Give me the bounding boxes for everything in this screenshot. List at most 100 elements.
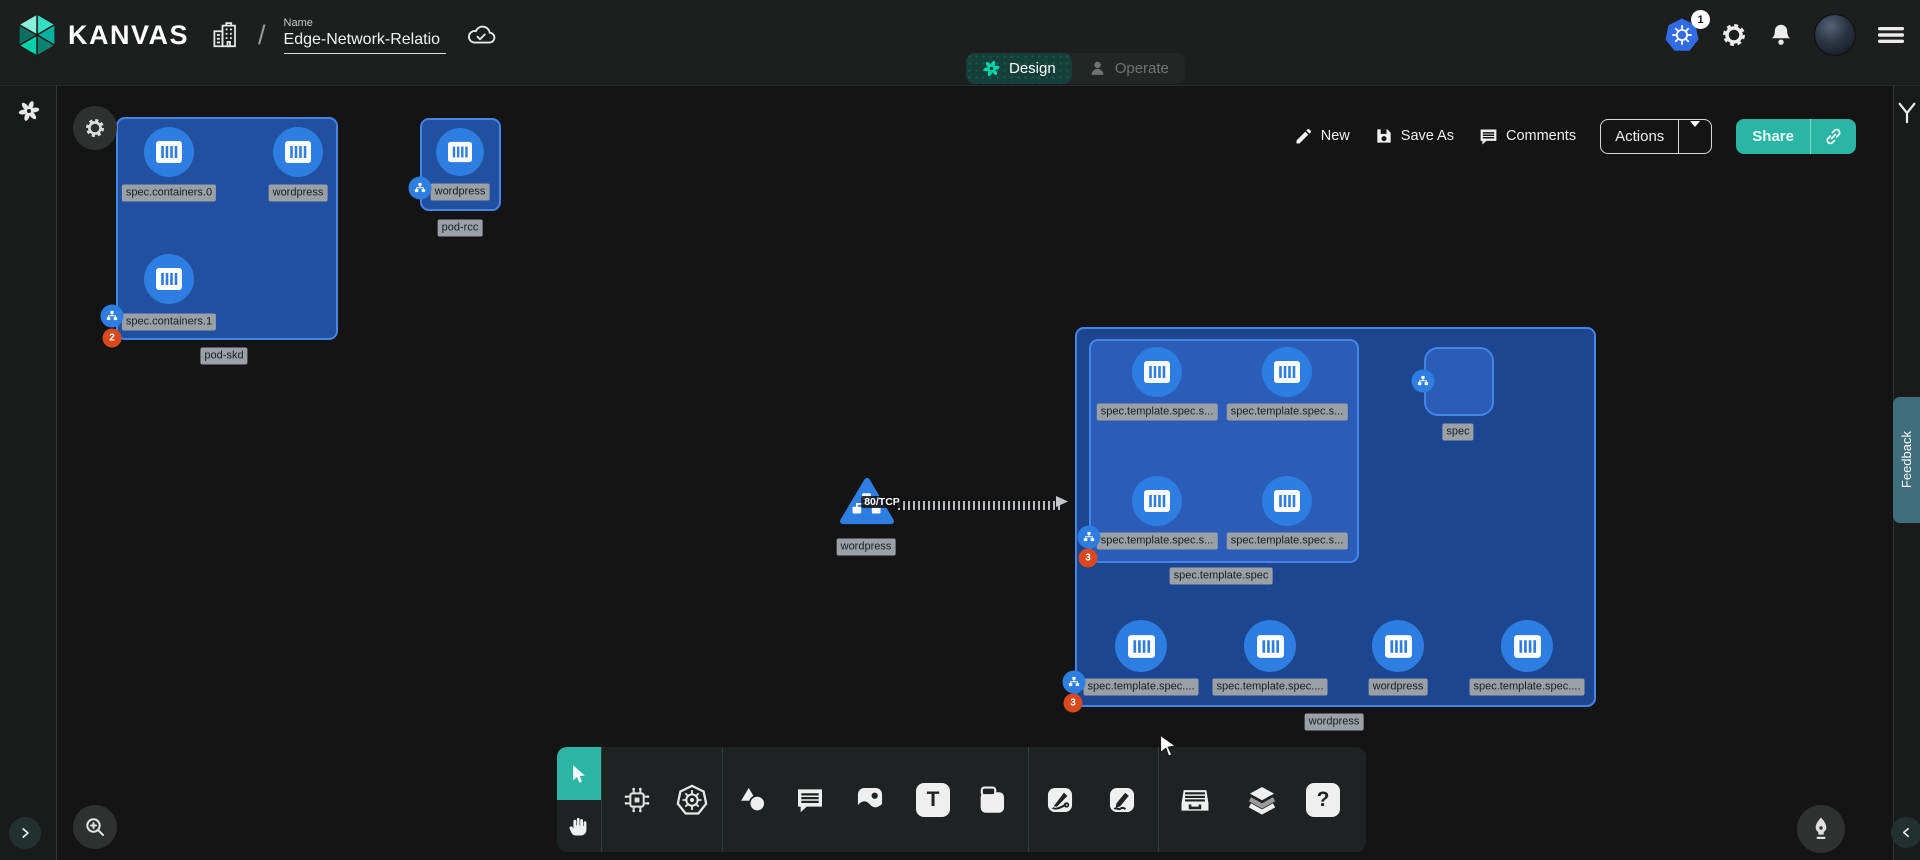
design-tools-button[interactable]: [1797, 805, 1845, 853]
design-name-field[interactable]: Name Edge-Network-Relatio: [284, 17, 446, 54]
collapse-right-panel-button[interactable]: [1891, 817, 1920, 848]
actions-caret-button[interactable]: [1679, 127, 1711, 145]
kanvas-logo-icon[interactable]: [16, 12, 58, 58]
kubernetes-context-icon[interactable]: 1: [1664, 17, 1700, 53]
menu-hamburger-icon[interactable]: [1876, 23, 1906, 47]
group-label: pod-rcc: [438, 220, 483, 237]
container-node[interactable]: [1244, 620, 1296, 672]
container-node[interactable]: [144, 254, 194, 304]
container-node[interactable]: [1115, 620, 1167, 672]
layer5-y-icon[interactable]: [1896, 100, 1918, 126]
image-tool-button[interactable]: [848, 777, 892, 823]
network-relationship-badge[interactable]: [101, 305, 124, 328]
help-button[interactable]: ?: [1301, 777, 1345, 823]
sticky-note-icon: [975, 783, 1009, 817]
group-label: spec.template.spec: [1170, 568, 1273, 585]
logo-text[interactable]: KANVAS: [68, 20, 189, 51]
container-node[interactable]: [436, 128, 484, 176]
tab-operate[interactable]: Operate: [1072, 53, 1185, 84]
container-node[interactable]: [1262, 347, 1312, 397]
group-spec-template-spec[interactable]: [1089, 339, 1359, 563]
error-count-badge[interactable]: 3: [1064, 694, 1083, 713]
pan-tool-button[interactable]: [557, 800, 601, 852]
meshery-spiral-icon[interactable]: [17, 99, 41, 123]
breadcrumb-slash: /: [258, 20, 266, 51]
save-status-cloud-icon: [464, 20, 498, 50]
expand-left-panel-button[interactable]: [9, 817, 41, 849]
node-label: wordpress: [1369, 679, 1428, 696]
container-node[interactable]: [273, 127, 323, 177]
share-button[interactable]: Share: [1736, 119, 1856, 154]
toolbar-divider: [722, 747, 723, 852]
container-node[interactable]: [1132, 347, 1182, 397]
mode-tabs: Design Operate: [966, 53, 1185, 84]
actions-dropdown-button[interactable]: Actions: [1600, 119, 1712, 154]
kubernetes-components-button[interactable]: [670, 777, 714, 823]
node-spec[interactable]: [1424, 347, 1494, 416]
node-label: spec.template.spec.s...: [1097, 533, 1218, 550]
avatar[interactable]: [1814, 14, 1856, 56]
container-icon: [1255, 633, 1286, 660]
feedback-tab[interactable]: Feedback: [1893, 397, 1920, 523]
network-relationship-badge[interactable]: [1078, 526, 1101, 549]
drawer-icon: [1177, 783, 1213, 817]
container-icon: [1272, 359, 1302, 385]
note-tool-button[interactable]: [970, 777, 1014, 823]
pen-tool-button[interactable]: [1038, 777, 1082, 823]
container-node[interactable]: [1262, 476, 1312, 526]
error-count-badge[interactable]: 2: [103, 329, 122, 348]
network-relationship-badge[interactable]: [1412, 370, 1435, 393]
text-icon: T: [916, 783, 950, 817]
edge-arrowhead: [1056, 496, 1068, 508]
comment-icon: [794, 784, 826, 816]
design-name-input[interactable]: Edge-Network-Relatio: [284, 31, 446, 54]
select-tool-button[interactable]: [557, 747, 601, 800]
container-icon: [446, 140, 474, 164]
canvas-settings-button[interactable]: [73, 106, 117, 150]
edge-service-to-deployment[interactable]: [898, 501, 1060, 510]
text-tool-button[interactable]: T: [911, 777, 955, 823]
help-icon: ?: [1306, 783, 1340, 817]
node-label: spec.template.spec....: [1213, 679, 1328, 696]
container-icon: [1142, 488, 1172, 514]
shapes-icon: [736, 783, 770, 817]
container-node[interactable]: [1132, 476, 1182, 526]
organization-icon[interactable]: [210, 19, 240, 51]
design-spiral-icon: [982, 59, 1001, 78]
cursor-arrow-icon: [568, 763, 590, 785]
pencil-draw-icon: [1105, 783, 1139, 817]
node-label: spec.template.spec.s...: [1227, 404, 1348, 421]
new-button[interactable]: New: [1294, 126, 1350, 146]
copy-link-button[interactable]: [1811, 127, 1856, 146]
container-node[interactable]: [144, 127, 194, 177]
save-as-button[interactable]: Save As: [1374, 126, 1454, 146]
group-label: wordpress: [1305, 714, 1364, 731]
kubernetes-helm-icon: [675, 783, 709, 817]
notifications-bell-icon[interactable]: [1768, 21, 1794, 49]
image-icon: [853, 783, 887, 817]
container-node[interactable]: [1372, 620, 1424, 672]
comment-tool-button[interactable]: [788, 777, 832, 823]
node-label: spec.template.spec....: [1470, 679, 1585, 696]
layers-panel-button[interactable]: [1240, 777, 1284, 823]
operate-person-icon: [1088, 59, 1107, 78]
zoom-button[interactable]: [73, 805, 117, 849]
network-relationship-badge[interactable]: [409, 177, 432, 200]
comments-button[interactable]: Comments: [1478, 126, 1576, 147]
tab-design[interactable]: Design: [966, 53, 1072, 84]
settings-gear-icon[interactable]: [1720, 21, 1748, 49]
container-node[interactable]: [1501, 620, 1553, 672]
feedback-label: Feedback: [1899, 431, 1914, 488]
toolbar-divider: [1158, 747, 1159, 852]
freehand-draw-button[interactable]: [1100, 777, 1144, 823]
shapes-tool-button[interactable]: [731, 777, 775, 823]
component-library-button[interactable]: [615, 777, 659, 823]
error-count-badge[interactable]: 3: [1079, 549, 1098, 568]
tab-operate-label: Operate: [1115, 60, 1169, 77]
save-as-label: Save As: [1401, 128, 1454, 144]
toolbar-divider: [1028, 747, 1029, 852]
relationship-badge[interactable]: [1063, 671, 1086, 694]
drawer-archive-button[interactable]: [1173, 777, 1217, 823]
link-icon: [1824, 127, 1843, 146]
node-label: spec.template.spec....: [1084, 679, 1199, 696]
